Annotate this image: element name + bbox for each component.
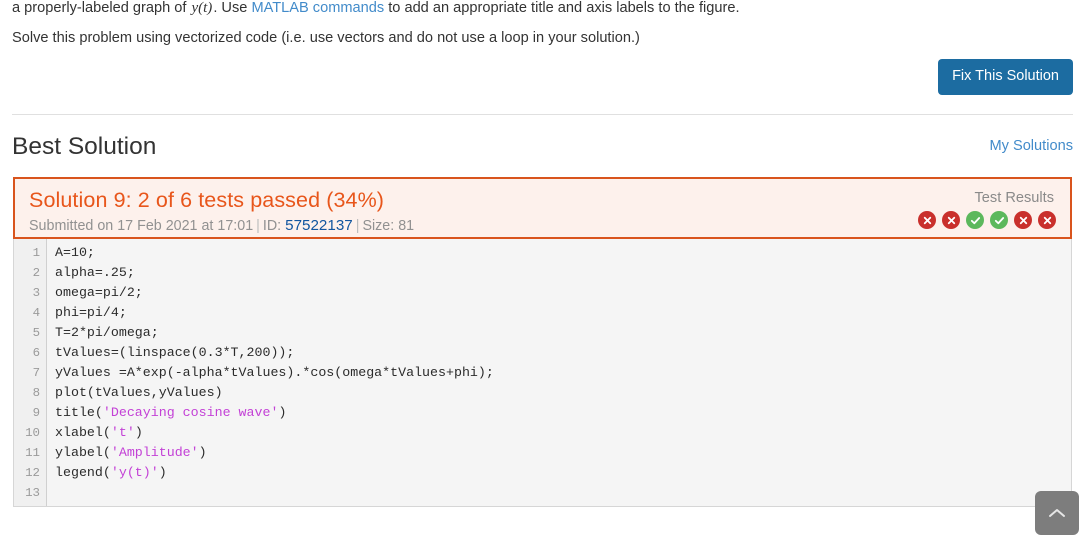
line-number: 2: [32, 266, 40, 280]
test-results-area: Test Results: [918, 189, 1056, 229]
code-line: A=10;: [55, 243, 1071, 263]
code-string-literal: 'Decaying cosine wave': [102, 405, 279, 420]
cross-circle-icon[interactable]: [1014, 211, 1032, 229]
solution-panel: Solution 9: 2 of 6 tests passed (34%) Su…: [12, 176, 1073, 508]
code-token: A=10;: [55, 245, 95, 260]
line-number: 5: [32, 326, 40, 340]
line-number: 13: [25, 486, 40, 500]
solution-panel-header: Solution 9: 2 of 6 tests passed (34%) Su…: [13, 177, 1072, 239]
code-token: ): [158, 465, 167, 480]
test-results-label: Test Results: [974, 190, 1054, 206]
code-line: phi=pi/4;: [55, 303, 1071, 323]
solution-heading: Solution 9: 2 of 6 tests passed (34%): [29, 188, 385, 212]
code-token: title(: [55, 405, 103, 420]
size-label: Size:: [362, 218, 395, 234]
line-number: 4: [32, 306, 40, 320]
cross-circle-icon[interactable]: [942, 211, 960, 229]
line-number: 12: [25, 466, 40, 480]
code-line: title('Decaying cosine wave'): [55, 403, 1071, 423]
scroll-to-top-button[interactable]: [1035, 491, 1079, 535]
id-label: ID:: [262, 218, 282, 234]
problem-statement-line-2: Solve this problem using vectorized code…: [12, 30, 640, 46]
code-token: T=2*pi/omega;: [55, 325, 159, 340]
chevron-up-icon: [1048, 507, 1066, 519]
section-divider: [12, 114, 1073, 115]
line-number: 3: [32, 286, 40, 300]
page-title: Best Solution: [12, 133, 157, 160]
code-token: ): [198, 445, 207, 460]
code-string-literal: 'y(t)': [110, 465, 159, 480]
submitted-date: Submitted on 17 Feb 2021 at 17:01: [29, 218, 254, 234]
code-token: plot(tValues,yValues): [55, 385, 223, 400]
solution-metadata: Submitted on 17 Feb 2021 at 17:01 | ID: 57…: [29, 216, 1056, 236]
line-number: 9: [32, 406, 40, 420]
cross-circle-icon[interactable]: [918, 211, 936, 229]
code-token: xlabel(: [55, 425, 111, 440]
code-line-numbers: 1 2 3 4 5 6 7 8 9 10 11 12 13: [14, 239, 47, 506]
line-number: 8: [32, 386, 40, 400]
code-token: phi=pi/4;: [55, 305, 127, 320]
line-number: 6: [32, 346, 40, 360]
check-circle-icon[interactable]: [966, 211, 984, 229]
code-string-literal: 'Amplitude': [110, 445, 199, 460]
code-line: legend('y(t)'): [55, 463, 1071, 483]
problem-text-after: to add an appropriate title and axis lab…: [384, 0, 740, 16]
test-results-badges: [918, 211, 1056, 229]
code-line: tValues=(linspace(0.3*T,200));: [55, 343, 1071, 363]
code-token: ylabel(: [55, 445, 111, 460]
line-number: 1: [32, 246, 40, 260]
code-token: legend(: [55, 465, 111, 480]
code-token: alpha=.25;: [55, 265, 135, 280]
fix-this-solution-button[interactable]: Fix This Solution: [938, 59, 1073, 95]
code-token: ): [134, 425, 143, 440]
line-number: 10: [25, 426, 40, 440]
code-line: yValues =A*exp(-alpha*tValues).*cos(omeg…: [55, 363, 1071, 383]
size-value: 81: [398, 218, 415, 234]
cross-circle-icon[interactable]: [1038, 211, 1056, 229]
code-string-literal: 't': [110, 425, 135, 440]
check-circle-icon[interactable]: [990, 211, 1008, 229]
code-line: ylabel('Amplitude'): [55, 443, 1071, 463]
code-token: yValues =A*exp(-alpha*tValues).*cos(omeg…: [55, 365, 494, 380]
code-content[interactable]: A=10; alpha=.25; omega=pi/2; phi=pi/4; T=2*p…: [47, 239, 1071, 506]
code-line: omega=pi/2;: [55, 283, 1071, 303]
code-viewer: 1 2 3 4 5 6 7 8 9 10 11 12 13 A=10; alpha=.25; omega=p…: [13, 239, 1072, 507]
math-variable-yt: y(t): [191, 0, 213, 16]
code-line: xlabel('t'): [55, 423, 1071, 443]
meta-separator-1: |: [256, 218, 260, 234]
page-root: a properly-labeled graph of y(t). Use MA…: [0, 0, 1085, 535]
problem-text-middle: . Use: [213, 0, 252, 16]
code-token: ): [278, 405, 287, 420]
code-line: plot(tValues,yValues): [55, 383, 1071, 403]
problem-text-before: a properly-labeled graph of: [12, 0, 191, 16]
meta-separator-2: |: [355, 218, 360, 234]
code-token: tValues=(linspace(0.3*T,200));: [55, 345, 295, 360]
code-line: T=2*pi/omega;: [55, 323, 1071, 343]
solution-id-link[interactable]: 57522137: [285, 217, 353, 234]
line-number: 11: [25, 446, 40, 460]
line-number: 7: [32, 366, 40, 380]
code-line: alpha=.25;: [55, 263, 1071, 283]
code-token: omega=pi/2;: [55, 285, 143, 300]
problem-statement-line-1: a properly-labeled graph of y(t). Use MA…: [12, 0, 1072, 18]
my-solutions-link[interactable]: My Solutions: [989, 138, 1073, 154]
matlab-commands-link[interactable]: MATLAB commands: [251, 0, 384, 16]
